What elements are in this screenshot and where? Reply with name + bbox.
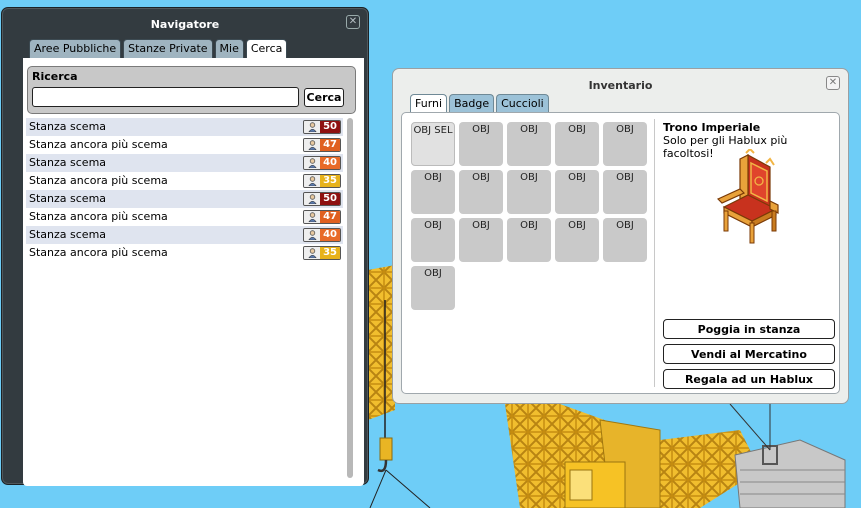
inventory-window: Inventario ✕ Furni Badge Cuccioli OBJ SE… [392, 68, 849, 404]
place-in-room-button[interactable]: Poggia in stanza [663, 319, 835, 339]
inventory-slot[interactable]: OBJ [555, 122, 599, 166]
close-icon[interactable]: ✕ [826, 76, 840, 90]
occupancy-badge: 50 [303, 120, 341, 134]
inventory-slot[interactable]: OBJ [603, 218, 647, 262]
tab-aree-pubbliche[interactable]: Aree Pubbliche [29, 39, 122, 58]
room-name: Stanza scema [29, 192, 107, 205]
room-list: Stanza scema 50 Stanza ancora più scema … [26, 118, 343, 262]
inventory-slot[interactable]: OBJ [459, 170, 503, 214]
user-icon [304, 193, 320, 205]
list-item[interactable]: Stanza scema 50 [26, 118, 343, 136]
room-name: Stanza scema [29, 228, 107, 241]
tab-mie[interactable]: Mie [214, 39, 244, 58]
tab-cuccioli[interactable]: Cuccioli [496, 94, 549, 113]
user-icon [304, 211, 320, 223]
room-list-scrollbar[interactable] [347, 118, 353, 478]
inventory-slot[interactable]: OBJ [411, 218, 455, 262]
search-input[interactable] [32, 87, 299, 107]
item-name: Trono Imperiale [663, 121, 761, 134]
crane-hook [379, 437, 393, 461]
user-icon [304, 175, 320, 187]
tab-stanze-private[interactable]: Stanze Private [123, 39, 213, 58]
occupancy-count: 50 [320, 121, 340, 133]
list-item[interactable]: Stanza ancora più scema 35 [26, 244, 343, 262]
room-name: Stanza scema [29, 156, 107, 169]
inventory-slot[interactable]: OBJ [555, 170, 599, 214]
room-name: Stanza ancora più scema [29, 174, 168, 187]
occupancy-count: 50 [320, 193, 340, 205]
crane-arm-left [368, 265, 395, 420]
list-item[interactable]: Stanza ancora più scema 47 [26, 136, 343, 154]
inventory-slot[interactable]: OBJ [411, 266, 455, 310]
search-label: Ricerca [32, 70, 78, 83]
occupancy-badge: 47 [303, 210, 341, 224]
occupancy-count: 35 [320, 247, 340, 259]
inventory-slot[interactable]: OBJ [459, 122, 503, 166]
inventory-slot[interactable]: OBJ [507, 170, 551, 214]
user-icon [304, 139, 320, 151]
inventory-slot[interactable]: OBJ [507, 122, 551, 166]
occupancy-count: 47 [320, 139, 340, 151]
concrete-blocks [734, 439, 846, 508]
occupancy-count: 35 [320, 175, 340, 187]
inventory-slot[interactable]: OBJ [603, 170, 647, 214]
room-name: Stanza ancora più scema [29, 246, 168, 259]
user-icon [304, 247, 320, 259]
room-name: Stanza ancora più scema [29, 210, 168, 223]
occupancy-badge: 35 [303, 174, 341, 188]
furni-grid: OBJ SEL OBJ OBJ OBJ OBJ OBJ OBJ OBJ OBJ … [411, 122, 651, 310]
inventory-slot[interactable]: OBJ [507, 218, 551, 262]
list-item[interactable]: Stanza ancora più scema 35 [26, 172, 343, 190]
occupancy-badge: 40 [303, 228, 341, 242]
divider [654, 119, 655, 387]
throne-icon [716, 149, 779, 244]
tab-cerca[interactable]: Cerca [245, 39, 288, 58]
search-button[interactable]: Cerca [304, 88, 344, 107]
room-name: Stanza ancora più scema [29, 138, 168, 151]
occupancy-count: 47 [320, 211, 340, 223]
user-icon [304, 229, 320, 241]
list-item[interactable]: Stanza scema 40 [26, 226, 343, 244]
occupancy-badge: 40 [303, 156, 341, 170]
list-item[interactable]: Stanza scema 50 [26, 190, 343, 208]
inventory-slot[interactable]: OBJ [603, 122, 647, 166]
navigator-content: Ricerca Cerca Stanza scema 50 Stanza anc… [23, 58, 364, 486]
inventory-slot-selected[interactable]: OBJ SEL [411, 122, 455, 166]
gift-button[interactable]: Regala ad un Hablux [663, 369, 835, 389]
inventory-content: OBJ SEL OBJ OBJ OBJ OBJ OBJ OBJ OBJ OBJ … [401, 112, 840, 394]
occupancy-badge: 50 [303, 192, 341, 206]
inventory-slot[interactable]: OBJ [459, 218, 503, 262]
navigator-title: Navigatore [150, 18, 220, 31]
navigator-window: Navigatore ✕ Aree Pubbliche Stanze Priva… [1, 7, 369, 486]
occupancy-count: 40 [320, 157, 340, 169]
close-icon[interactable]: ✕ [346, 15, 360, 29]
sell-on-market-button[interactable]: Vendi al Mercatino [663, 344, 835, 364]
tab-furni[interactable]: Furni [410, 94, 448, 113]
list-item[interactable]: Stanza scema 40 [26, 154, 343, 172]
occupancy-badge: 47 [303, 138, 341, 152]
inventory-slot[interactable]: OBJ [411, 170, 455, 214]
inventory-slot[interactable]: OBJ [555, 218, 599, 262]
user-icon [304, 157, 320, 169]
occupancy-badge: 35 [303, 246, 341, 260]
inventory-title: Inventario [588, 79, 653, 92]
tab-badge[interactable]: Badge [449, 94, 495, 113]
inventory-tabs: Furni Badge Cuccioli [410, 94, 549, 113]
occupancy-count: 40 [320, 229, 340, 241]
navigator-tabs: Aree Pubbliche Stanze Private Mie Cerca [29, 39, 288, 58]
room-name: Stanza scema [29, 120, 107, 133]
user-icon [304, 121, 320, 133]
list-item[interactable]: Stanza ancora più scema 47 [26, 208, 343, 226]
search-panel: Ricerca Cerca [27, 66, 356, 114]
